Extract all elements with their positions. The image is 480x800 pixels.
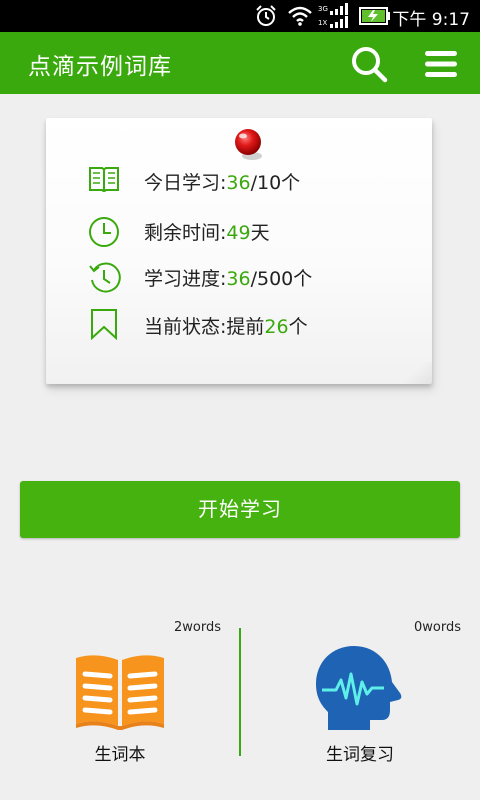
stat-remaining-value: 49 — [226, 222, 251, 244]
network-3g-label: 3G — [318, 5, 328, 13]
stat-state-suffix: 个 — [288, 316, 308, 338]
search-icon[interactable] — [349, 44, 389, 84]
app-bar: 点滴示例词库 — [0, 32, 480, 94]
menu-icon[interactable] — [421, 44, 461, 84]
stat-remaining-suffix: 天 — [250, 222, 270, 244]
stat-row-state: 当前状态:提前26个 — [86, 306, 416, 346]
alarm-icon — [256, 5, 276, 26]
stat-state-label: 当前状态:提前 — [144, 316, 265, 338]
vocab-review-count: 0words — [414, 620, 461, 635]
battery-charging-icon — [359, 7, 390, 25]
app-title: 点滴示例词库 — [28, 54, 172, 80]
stat-today-value: 36 — [226, 172, 251, 194]
stat-state-value: 26 — [264, 316, 289, 338]
wifi-icon — [288, 6, 312, 26]
stat-progress-value: 36 — [226, 268, 251, 290]
stat-row-remaining: 剩余时间:49天 — [86, 212, 416, 252]
stat-progress-label: 学习进度: — [144, 268, 227, 290]
clock-time: 下午 9:17 — [392, 10, 470, 30]
history-icon — [89, 262, 121, 293]
signal-3g-icon — [330, 3, 348, 15]
stat-progress-suffix: /500个 — [250, 268, 313, 290]
stat-today-label: 今日学习: — [144, 172, 227, 194]
vocab-review-tile[interactable]: 生词复习 — [240, 640, 480, 770]
book-icon — [76, 655, 164, 730]
open-book-icon — [89, 167, 119, 192]
vocab-book-tile[interactable]: 生词本 — [0, 640, 240, 770]
stat-row-progress: 学习进度:36/500个 — [86, 258, 416, 298]
pushpin-icon — [235, 129, 262, 160]
stat-remaining-label: 剩余时间: — [144, 222, 227, 244]
network-1x-label: 1X — [318, 19, 328, 27]
signal-1x-icon — [330, 16, 348, 28]
bookmark-icon — [91, 309, 117, 341]
stat-today-suffix: /10个 — [250, 172, 301, 194]
head-wave-icon — [316, 646, 402, 730]
vocab-review-label: 生词复习 — [326, 745, 394, 765]
start-learning-button[interactable]: 开始学习 — [20, 481, 460, 538]
stat-row-today: 今日学习:36/10个 — [86, 162, 416, 202]
clock-icon — [89, 217, 119, 247]
status-bar: 3G 1X 下午 9:17 — [0, 0, 480, 32]
vocab-book-count: 2words — [174, 620, 221, 635]
vocab-book-label: 生词本 — [94, 745, 146, 765]
